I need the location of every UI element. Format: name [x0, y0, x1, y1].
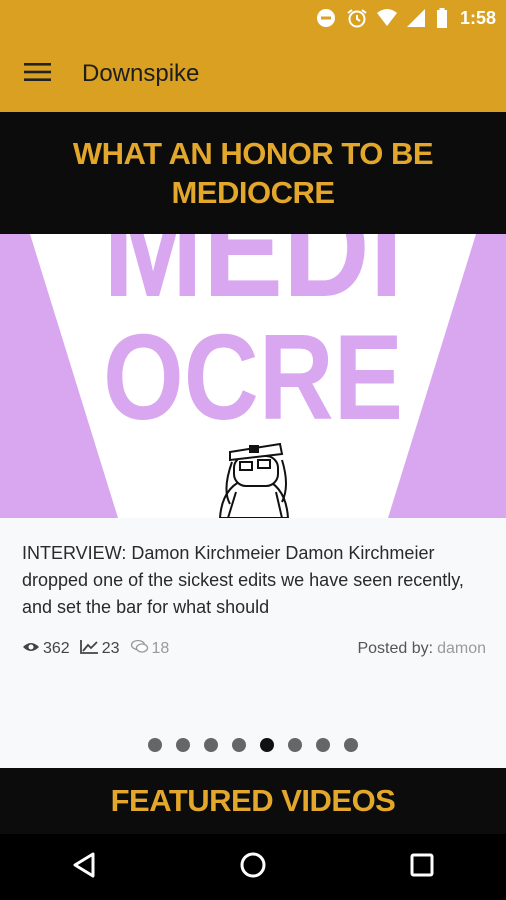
- back-icon: [72, 852, 96, 882]
- carousel-dot[interactable]: [316, 738, 330, 752]
- trend-chart-icon: [79, 639, 102, 659]
- home-button[interactable]: [213, 837, 293, 897]
- app-bar: Downspike: [0, 36, 506, 112]
- article-summary[interactable]: INTERVIEW: Damon Kirchmeier Damon Kirchm…: [22, 540, 492, 621]
- carousel-dot[interactable]: [288, 738, 302, 752]
- recents-button[interactable]: [382, 837, 462, 897]
- trend-value: 23: [101, 640, 120, 657]
- comments-value: 18: [151, 640, 170, 657]
- headline-band: WHAT AN HONOR TO BE MEDIOCRE: [0, 112, 506, 234]
- posted-by-label: Posted by:: [357, 640, 434, 657]
- views-value: 362: [43, 640, 70, 657]
- battery-icon: [436, 8, 448, 28]
- recents-icon: [410, 853, 434, 881]
- menu-button[interactable]: [0, 36, 78, 112]
- comments-count: 18: [130, 639, 170, 659]
- home-icon: [239, 851, 267, 883]
- carousel-dot[interactable]: [176, 738, 190, 752]
- eye-icon: [22, 640, 43, 658]
- wifi-icon: [376, 8, 397, 28]
- hero-image-text-ocre: OCRE: [103, 309, 403, 445]
- app-title: Downspike: [82, 60, 200, 87]
- comments-icon: [130, 639, 152, 659]
- system-nav-bar: [0, 834, 506, 900]
- hamburger-menu-icon: [24, 62, 52, 86]
- carousel-dot-active[interactable]: [260, 738, 274, 752]
- carousel-dot[interactable]: [344, 738, 358, 752]
- article-card[interactable]: MEDI OCRE INTERVIEW: Damon Kirchmeier Da…: [0, 234, 506, 768]
- trend-count: 23: [79, 639, 120, 659]
- back-button[interactable]: [44, 837, 124, 897]
- carousel-dot[interactable]: [148, 738, 162, 752]
- article-hero-image[interactable]: MEDI OCRE: [0, 234, 506, 518]
- carousel-indicator: [0, 738, 506, 752]
- article-meta: 362 23 18 Posted by: damon: [22, 638, 486, 660]
- carousel-dot[interactable]: [232, 738, 246, 752]
- author-link[interactable]: damon: [437, 640, 486, 658]
- status-bar: 1:58: [0, 0, 506, 36]
- alarm-icon: [346, 8, 367, 28]
- featured-videos-band: FEATURED VIDEOS: [0, 768, 506, 834]
- status-time: 1:58: [459, 7, 496, 28]
- featured-videos-heading: FEATURED VIDEOS: [110, 783, 396, 818]
- do-not-disturb-icon: [316, 8, 336, 28]
- views-count: 362: [22, 640, 70, 658]
- carousel-dot[interactable]: [204, 738, 218, 752]
- signal-icon: [406, 8, 426, 28]
- article-headline[interactable]: WHAT AN HONOR TO BE MEDIOCRE: [38, 134, 468, 212]
